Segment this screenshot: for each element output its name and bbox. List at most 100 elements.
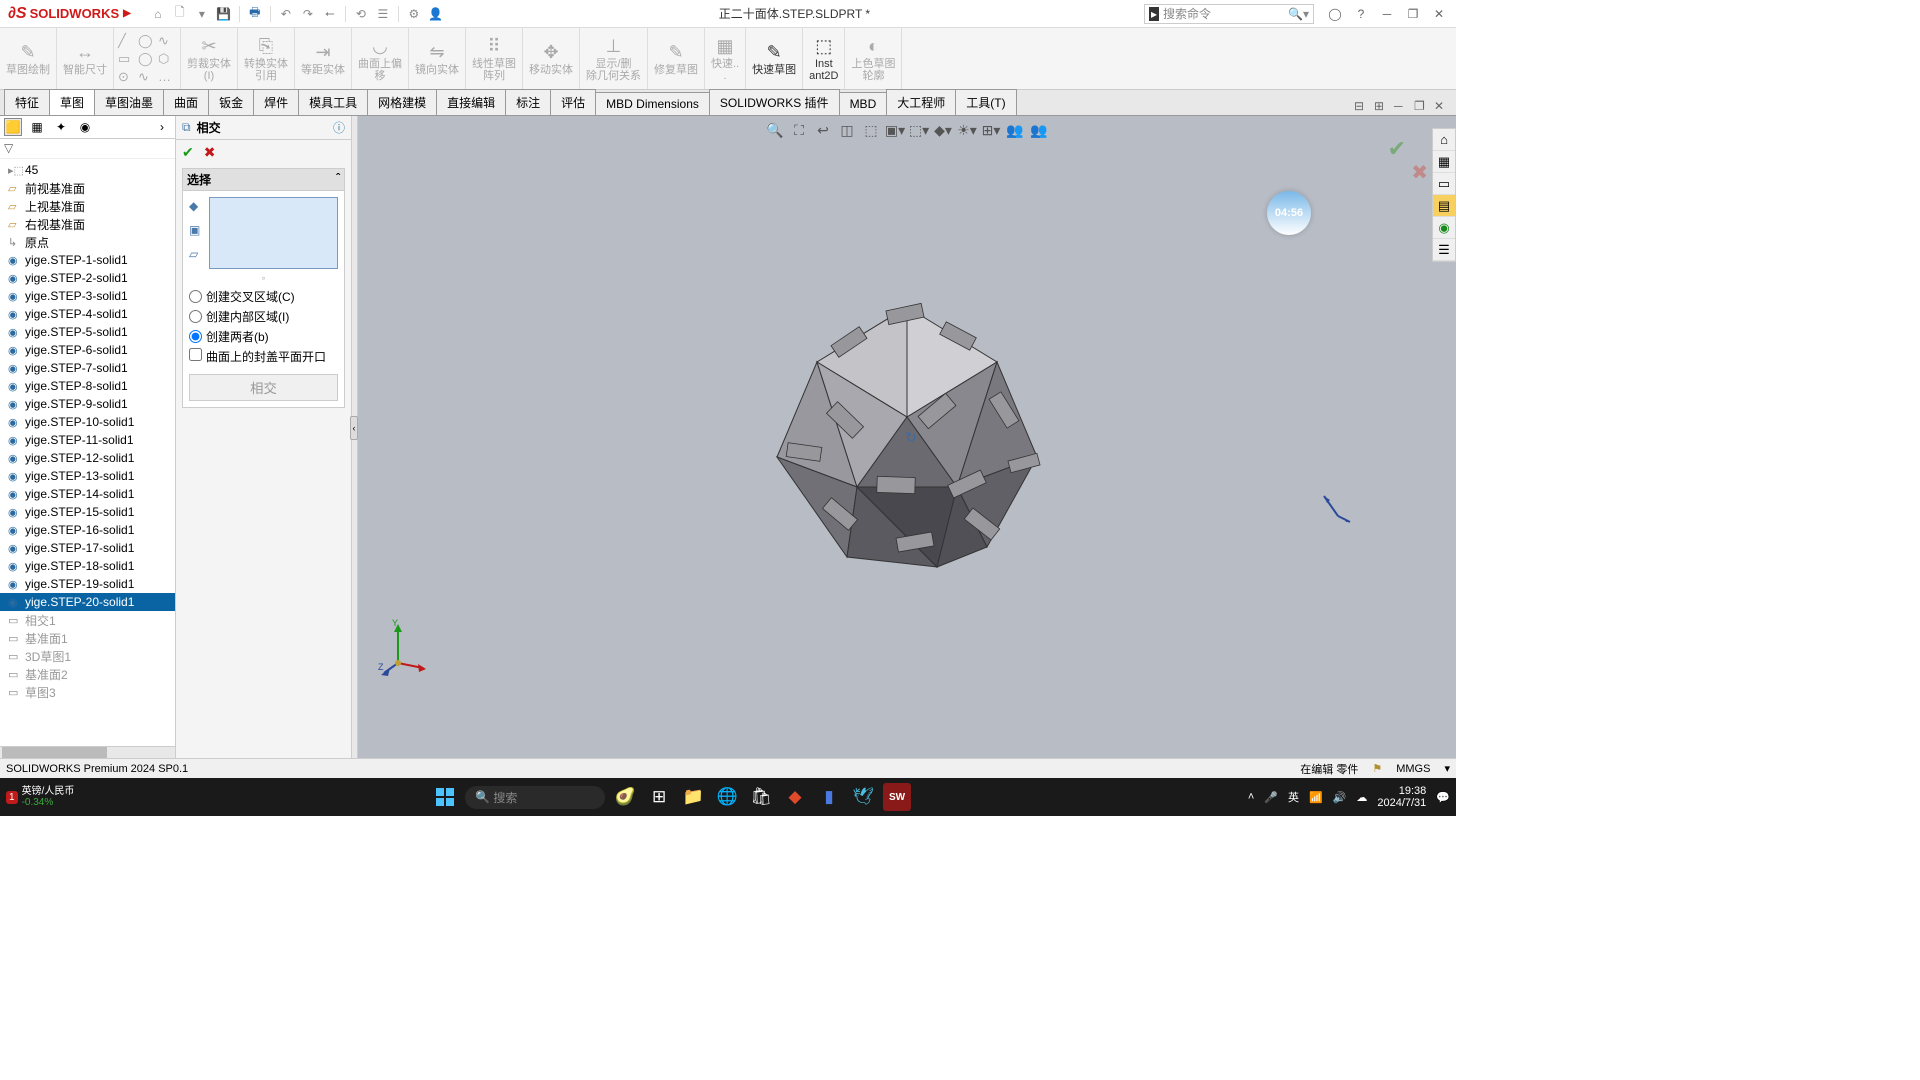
tree-node[interactable]: ▱前视基准面 (0, 179, 175, 197)
taskpane-custom-icon[interactable]: ◉ (1433, 217, 1455, 239)
taskbar-app-red[interactable]: ◆ (781, 783, 809, 811)
taskbar-app-bird[interactable]: 🕊 (849, 783, 877, 811)
taskbar-app-explorer[interactable]: 📁 (679, 783, 707, 811)
taskbar-app-avocado[interactable]: 🥑 (611, 783, 639, 811)
taskpane-appearances-icon[interactable]: ▤ (1433, 195, 1455, 217)
tree-node[interactable]: ◉yige.STEP-14-solid1 (0, 485, 175, 503)
status-flag-icon[interactable]: ⚑ (1372, 762, 1382, 775)
view-compass[interactable] (1316, 488, 1356, 528)
radio-cross-region[interactable]: 创建交叉区域(C) (189, 288, 338, 305)
help-icon[interactable]: ? (1350, 5, 1372, 23)
pm-section-header[interactable]: 选择 ˆ (182, 168, 345, 191)
tree-node[interactable]: ▭相交1 (0, 611, 175, 629)
tree-node[interactable]: ↳原点 (0, 233, 175, 251)
fm-tab-property[interactable]: ▦ (28, 118, 46, 136)
tray-notifications-icon[interactable]: 💬 (1436, 791, 1450, 804)
tree-node[interactable]: ◉yige.STEP-2-solid1 (0, 269, 175, 287)
tree-node[interactable]: ▸⬚45 (0, 161, 175, 179)
tab-特征[interactable]: 特征 (4, 89, 50, 115)
print-icon[interactable]: 🖶 (246, 5, 264, 23)
tree-node[interactable]: ◉yige.STEP-11-solid1 (0, 431, 175, 449)
taskpane-resources-icon[interactable]: ▦ (1433, 151, 1455, 173)
tree-node[interactable]: ◉yige.STEP-17-solid1 (0, 539, 175, 557)
ribbon-快速草图[interactable]: ✎快速草图 (746, 28, 803, 89)
display-style-icon[interactable]: ▣▾ (885, 120, 905, 140)
apply-scene-icon[interactable]: ☀▾ (957, 120, 977, 140)
tree-node[interactable]: ◉yige.STEP-19-solid1 (0, 575, 175, 593)
fm-tab-feature[interactable]: 🟨 (4, 118, 22, 136)
ribbon-上色草图轮廓[interactable]: ◐上色草图轮廓 (845, 28, 902, 89)
intersect-button[interactable]: 相交 (189, 374, 338, 401)
tree-node[interactable]: ▭基准面1 (0, 629, 175, 647)
ribbon-转换实体引用[interactable]: ⎘转换实体引用 (238, 28, 295, 89)
restore-button[interactable]: ❐ (1402, 5, 1424, 23)
pm-selection-list[interactable] (209, 197, 338, 269)
undo-icon[interactable]: ↶ (277, 5, 295, 23)
redo-icon[interactable]: ↷ (299, 5, 317, 23)
tree-node[interactable]: ◉yige.STEP-7-solid1 (0, 359, 175, 377)
pm-cancel-button[interactable]: ✖ (204, 144, 216, 161)
taskbar-app-taskview[interactable]: ⊞ (645, 783, 673, 811)
tree-node[interactable]: ◉yige.STEP-18-solid1 (0, 557, 175, 575)
pm-help-icon[interactable]: ⓘ (333, 119, 345, 136)
tab-MBD[interactable]: MBD (839, 92, 888, 115)
doc-wnd-btn-4[interactable]: ✕ (1434, 99, 1452, 115)
tray-volume-icon[interactable]: 🔊 (1333, 791, 1347, 804)
taskbar-app-solidworks[interactable]: SW (883, 783, 911, 811)
rebuild-icon[interactable]: ⟲ (352, 5, 370, 23)
tree-node[interactable]: ▱上视基准面 (0, 197, 175, 215)
ribbon-镜向实体[interactable]: ⇋镜向实体 (409, 28, 466, 89)
new-icon[interactable]: 🗋 (171, 5, 189, 23)
radio-both[interactable]: 创建两者(b) (189, 328, 338, 345)
tray-mic-icon[interactable]: 🎤 (1264, 791, 1278, 804)
tray-datetime[interactable]: 19:38 2024/7/31 (1377, 785, 1426, 809)
tab-模具工具[interactable]: 模具工具 (298, 89, 368, 115)
tree-node[interactable]: ◉yige.STEP-15-solid1 (0, 503, 175, 521)
tree-node[interactable]: ◉yige.STEP-8-solid1 (0, 377, 175, 395)
tree-node[interactable]: ◉yige.STEP-12-solid1 (0, 449, 175, 467)
user-icon[interactable]: 👤 (427, 5, 445, 23)
zoom-area-icon[interactable]: ⛶ (789, 120, 809, 140)
tab-直接编辑[interactable]: 直接编辑 (436, 89, 506, 115)
taskpane-properties-icon[interactable]: ☰ (1433, 239, 1455, 261)
home-icon[interactable]: ⌂ (149, 5, 167, 23)
ribbon-显示/删除几何关系[interactable]: ⊥显示/删除几何关系 (580, 28, 648, 89)
tray-ime[interactable]: 英 (1288, 789, 1299, 805)
taskbar-widget-stock[interactable]: 1 英镑/人民币 -0.34% (6, 786, 74, 808)
tree-node[interactable]: ◉yige.STEP-6-solid1 (0, 341, 175, 359)
tab-曲面[interactable]: 曲面 (163, 89, 209, 115)
tree-node[interactable]: ◉yige.STEP-10-solid1 (0, 413, 175, 431)
tray-battery-icon[interactable]: ☁ (1356, 791, 1367, 804)
taskpane-home-icon[interactable]: ⌂ (1433, 129, 1455, 151)
filter-surface-icon[interactable]: ▣ (189, 223, 205, 239)
tree-node[interactable]: ◉yige.STEP-1-solid1 (0, 251, 175, 269)
close-button[interactable]: ✕ (1428, 5, 1450, 23)
view-orientation-icon[interactable]: ⬚ (861, 120, 881, 140)
ribbon-智能尺寸[interactable]: ↔智能尺寸 (57, 28, 114, 89)
open-icon[interactable]: ▾ (193, 5, 211, 23)
tab-大工程师[interactable]: 大工程师 (886, 89, 956, 115)
tree-node[interactable]: ◉yige.STEP-3-solid1 (0, 287, 175, 305)
fm-scrollbar-horizontal[interactable] (0, 746, 175, 758)
doc-wnd-btn-1[interactable]: ⊞ (1374, 99, 1392, 115)
doc-wnd-btn-0[interactable]: ⊟ (1354, 99, 1372, 115)
tree-node[interactable]: ◉yige.STEP-4-solid1 (0, 305, 175, 323)
confirmation-check-icon[interactable]: ✔ (1388, 136, 1406, 162)
fm-tab-config[interactable]: ✦ (52, 118, 70, 136)
status-dropdown-icon[interactable]: ▾ (1444, 762, 1450, 775)
tab-草图油墨[interactable]: 草图油墨 (94, 89, 164, 115)
tab-焊件[interactable]: 焊件 (253, 89, 299, 115)
ribbon-曲面上偏移[interactable]: ◡曲面上偏移 (352, 28, 409, 89)
radio-inner-region[interactable]: 创建内部区域(I) (189, 308, 338, 325)
tab-钣金[interactable]: 钣金 (208, 89, 254, 115)
taskbar-app-blue[interactable]: ▮ (815, 783, 843, 811)
zoom-fit-icon[interactable]: 🔍 (765, 120, 785, 140)
tray-wifi-icon[interactable]: 📶 (1309, 791, 1323, 804)
ribbon-Instant2D[interactable]: ⬚Instant2D (803, 28, 845, 89)
ribbon-线性草图阵列[interactable]: ⠿线性草图阵列 (466, 28, 523, 89)
taskpane-library-icon[interactable]: ▭ (1433, 173, 1455, 195)
ribbon-快速...[interactable]: ▦快速... (705, 28, 746, 89)
pm-ok-button[interactable]: ✔ (182, 144, 194, 161)
chevron-right-icon[interactable]: ▶ (123, 8, 131, 19)
select-icon[interactable]: ⭠ (321, 5, 339, 23)
